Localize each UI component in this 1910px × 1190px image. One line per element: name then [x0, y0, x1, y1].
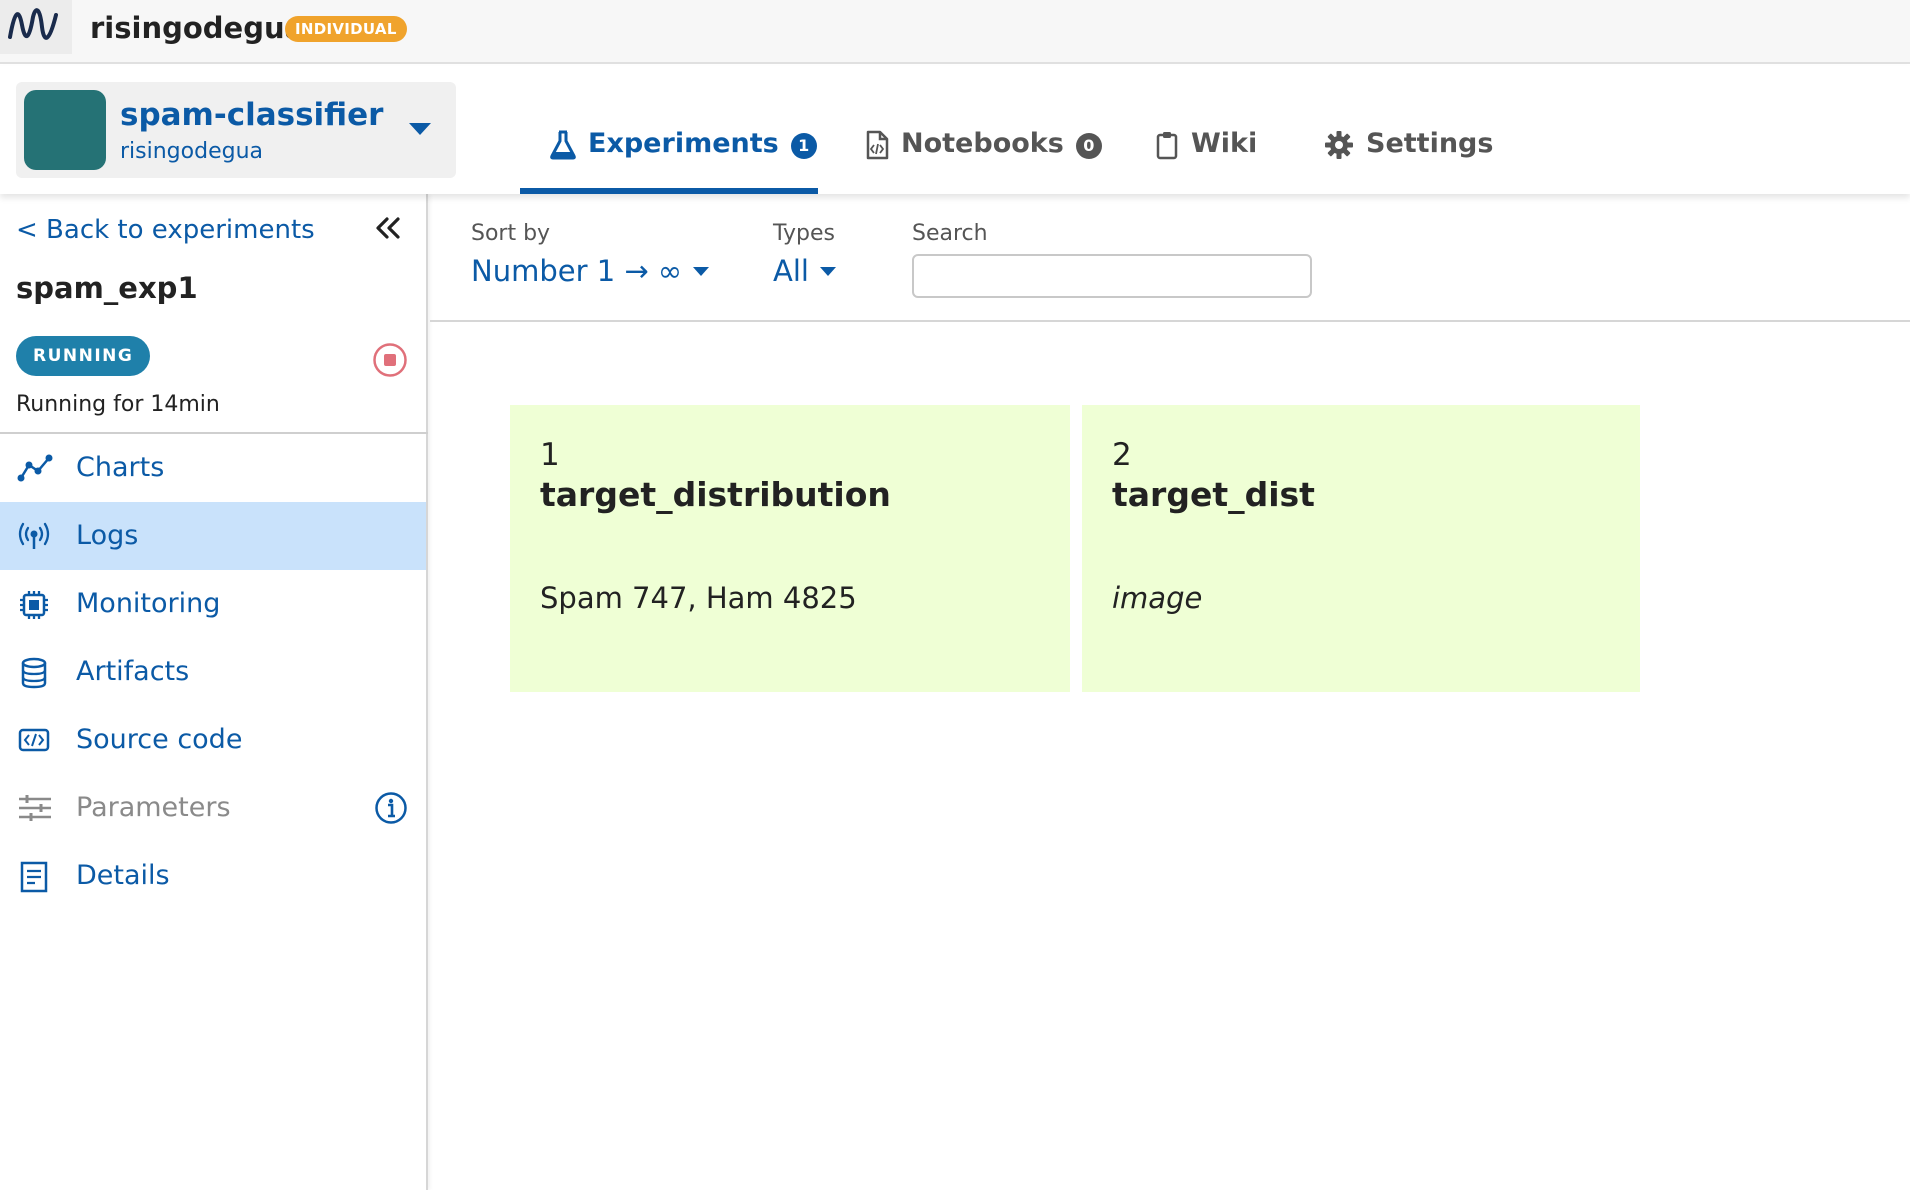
sidebar-item-label: Details: [76, 860, 170, 891]
sidebar-item-label: Artifacts: [76, 656, 190, 687]
count-badge: 0: [1075, 133, 1102, 159]
chevron-down-icon: [692, 266, 710, 277]
sidebar-item-label: Logs: [76, 520, 139, 551]
sidebar-item-label: Parameters: [76, 792, 231, 823]
back-to-experiments-link[interactable]: < Back to experiments: [16, 214, 315, 246]
log-number: 1: [540, 437, 560, 473]
sort-by-value: Number 1 → ∞: [471, 254, 683, 288]
project-avatar: [24, 90, 106, 170]
flask-icon: [550, 130, 576, 160]
experiment-sidebar: < Back to experiments spam_exp1 RUNNING …: [0, 194, 428, 1190]
search-input[interactable]: [912, 254, 1312, 298]
tab-label: Experiments: [588, 128, 779, 159]
plan-badge: INDIVIDUAL: [285, 16, 407, 42]
sidebar-nav: Charts Logs Monitoring Artifacts Source …: [0, 434, 426, 910]
sidebar-item-label: Charts: [76, 452, 165, 483]
cpu-chip-icon: [17, 589, 51, 621]
sidebar-item-details[interactable]: Details: [0, 842, 426, 910]
tab-notebooks[interactable]: Notebooks 0: [865, 128, 1102, 192]
sidebar-item-charts[interactable]: Charts: [0, 434, 426, 502]
running-duration: Running for 14min: [16, 392, 220, 417]
notebook-file-icon: [865, 130, 889, 160]
top-bar: risingodegua INDIVIDUAL: [0, 0, 1910, 64]
types-value: All: [773, 254, 809, 288]
status-badge: RUNNING: [16, 336, 151, 376]
broadcast-icon: [17, 521, 51, 551]
tab-wiki[interactable]: Wiki: [1155, 128, 1257, 192]
sidebar-item-source-code[interactable]: Source code: [0, 706, 426, 774]
experiment-name: spam_exp1: [16, 271, 198, 305]
tab-label: Settings: [1366, 128, 1494, 159]
logs-filter-bar: Sort by Number 1 → ∞ Types All Search: [430, 194, 1910, 322]
project-selector[interactable]: spam-classifier risingodegua: [16, 82, 456, 178]
waveform-logo-icon: [8, 8, 58, 40]
tab-settings[interactable]: Settings: [1324, 128, 1493, 192]
app-logo[interactable]: [0, 0, 72, 54]
tab-label: Notebooks: [901, 128, 1064, 159]
sliders-icon: [17, 793, 53, 823]
clipboard-icon: [1155, 130, 1179, 160]
project-name: spam-classifier: [120, 97, 384, 133]
workspace-name[interactable]: risingodegua: [90, 8, 304, 48]
sidebar-item-label: Monitoring: [76, 588, 221, 619]
sidebar-item-artifacts[interactable]: Artifacts: [0, 638, 426, 706]
project-owner: risingodegua: [120, 139, 263, 164]
log-card[interactable]: 1 target_distribution Spam 747, Ham 4825: [510, 405, 1070, 692]
stop-experiment-icon[interactable]: [372, 342, 408, 378]
log-value: Spam 747, Ham 4825: [540, 581, 857, 615]
project-header: spam-classifier risingodegua Experiments…: [0, 66, 1910, 194]
log-number: 2: [1112, 437, 1132, 473]
types-dropdown[interactable]: All: [773, 252, 837, 290]
chevron-down-icon: [819, 266, 837, 277]
sidebar-item-parameters[interactable]: Parameters: [0, 774, 426, 842]
sidebar-item-logs[interactable]: Logs: [0, 502, 426, 570]
sidebar-item-label: Source code: [76, 724, 243, 755]
tab-experiments[interactable]: Experiments 1: [550, 128, 817, 192]
code-icon: [17, 725, 51, 755]
database-icon: [17, 657, 51, 689]
sort-by-label: Sort by: [471, 221, 551, 246]
collapse-sidebar-icon[interactable]: [374, 216, 402, 240]
gear-icon: [1324, 130, 1354, 160]
document-list-icon: [17, 861, 51, 893]
sort-by-dropdown[interactable]: Number 1 → ∞: [471, 252, 710, 290]
chevron-down-icon[interactable]: [408, 122, 432, 136]
search-label: Search: [912, 221, 988, 246]
log-name: target_distribution: [540, 475, 891, 514]
count-badge: 1: [790, 133, 817, 159]
info-icon[interactable]: [374, 791, 408, 825]
types-label: Types: [773, 221, 835, 246]
tab-label: Wiki: [1191, 128, 1258, 159]
line-chart-icon: [17, 453, 53, 483]
log-value: image: [1112, 581, 1203, 615]
sidebar-item-monitoring[interactable]: Monitoring: [0, 570, 426, 638]
log-name: target_dist: [1112, 475, 1315, 514]
active-tab-indicator: [520, 188, 818, 194]
log-card[interactable]: 2 target_dist image: [1082, 405, 1640, 692]
